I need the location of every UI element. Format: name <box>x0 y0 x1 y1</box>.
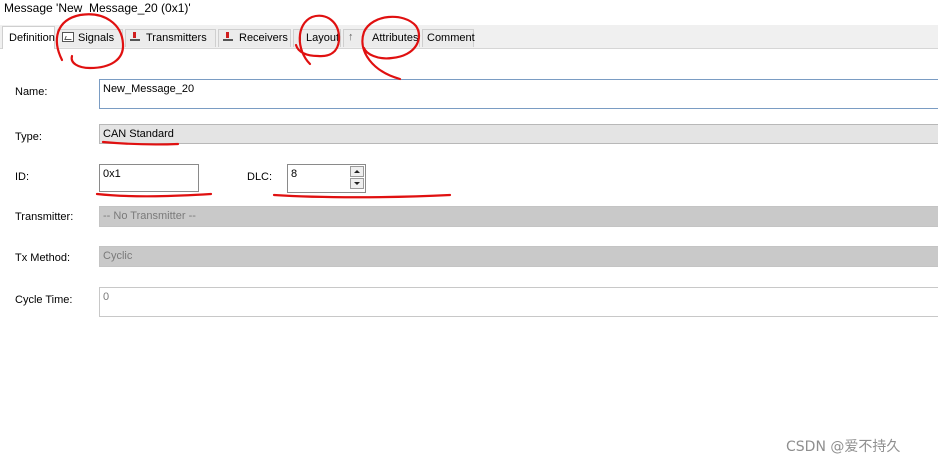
tab-definition-label: Definition <box>9 32 55 44</box>
tx-method-label: Tx Method: <box>15 252 71 264</box>
id-value: 0x1 <box>103 168 121 180</box>
id-input[interactable]: 0x1 <box>99 164 199 192</box>
tab-signals[interactable]: Signals <box>57 29 123 47</box>
window-title: Message 'New_Message_20 (0x1)' <box>0 0 938 18</box>
tab-attributes-label: Attributes <box>372 32 419 44</box>
tab-strip: Definition Signals Transmitters Receiver… <box>0 25 938 49</box>
tx-method-value: Cyclic <box>103 250 133 262</box>
tab-receivers[interactable]: Receivers <box>218 29 291 47</box>
type-value: CAN Standard <box>103 128 174 140</box>
spin-down-icon[interactable] <box>350 178 364 189</box>
dlc-stepper[interactable]: 8 <box>287 164 366 193</box>
tab-transmitters[interactable]: Transmitters <box>125 29 216 47</box>
transmitter-label: Transmitter: <box>15 211 74 223</box>
name-value: New_Message_20 <box>103 83 195 95</box>
transmitter-value: -- No Transmitter -- <box>103 210 196 222</box>
name-label: Name: <box>15 86 48 98</box>
spin-up-icon[interactable] <box>350 166 364 177</box>
tab-layout[interactable]: Layout <box>293 29 341 47</box>
tab-comment[interactable]: Comment <box>422 29 475 47</box>
type-label: Type: <box>15 131 42 143</box>
tab-signals-label: Signals <box>78 32 115 44</box>
tab-comment-label: Comment <box>427 32 475 44</box>
node-icon <box>223 32 235 42</box>
attribute-icon <box>348 29 360 46</box>
dlc-label: DLC: <box>247 171 273 183</box>
tx-method-select: Cyclic <box>99 246 938 267</box>
tab-layout-label: Layout <box>306 32 340 44</box>
tab-definition[interactable]: Definition <box>2 26 55 49</box>
tab-transmitters-label: Transmitters <box>146 32 207 44</box>
tab-attributes[interactable]: Attributes <box>343 29 420 47</box>
id-label: ID: <box>15 171 30 183</box>
layout-icon <box>298 32 304 42</box>
type-select[interactable]: CAN Standard <box>99 124 938 144</box>
transmitter-select: -- No Transmitter -- <box>99 206 938 227</box>
tab-receivers-label: Receivers <box>239 32 288 44</box>
name-input[interactable]: New_Message_20 <box>99 79 938 109</box>
node-icon <box>130 32 142 42</box>
dlc-value: 8 <box>291 168 298 180</box>
cycle-time-input: 0 <box>99 287 938 317</box>
signal-icon <box>62 32 74 43</box>
cycle-time-label: Cycle Time: <box>15 294 73 306</box>
cycle-time-value: 0 <box>103 291 110 303</box>
dlc-spin-buttons <box>350 166 364 191</box>
watermark: CSDN @爱不持久 <box>786 439 901 455</box>
